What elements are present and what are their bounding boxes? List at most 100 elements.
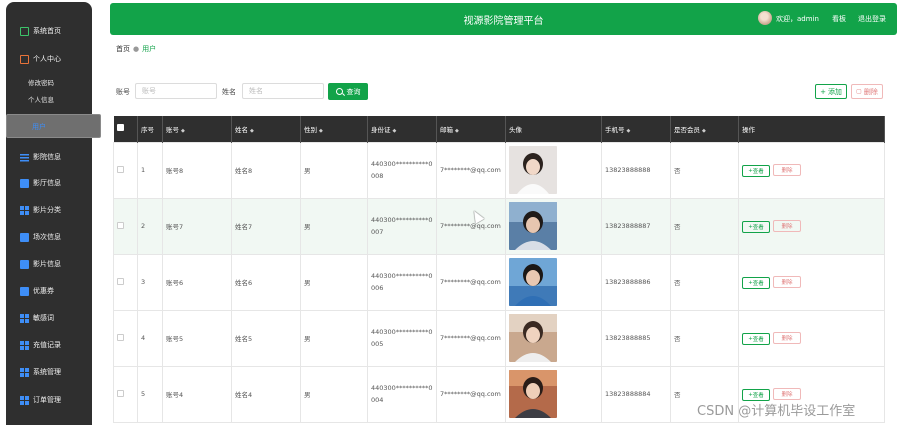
sidebar-item-personal-center[interactable]: 个人中心: [6, 48, 92, 70]
sort-icon[interactable]: ◆: [627, 128, 631, 134]
sort-icon[interactable]: ◆: [702, 128, 706, 134]
doc-icon: [20, 232, 29, 242]
operations-cell: + 查看 删除: [738, 309, 885, 367]
member-cell: 否: [670, 309, 739, 367]
search-button[interactable]: 查询: [328, 83, 368, 100]
user-photo[interactable]: [509, 258, 557, 306]
gender-cell: 男: [300, 197, 368, 255]
breadcrumb-current: 用户: [142, 45, 157, 53]
doc-icon: [20, 259, 29, 269]
member-cell: 否: [670, 197, 739, 255]
trash-icon: ▢: [856, 88, 862, 95]
add-button-label: 添加: [827, 87, 842, 96]
sidebar-item-coupon[interactable]: 优惠券: [6, 280, 92, 302]
table-row: 2 账号7 姓名7 男 440300**********0007 7******…: [113, 197, 885, 255]
board-link[interactable]: 看板: [832, 14, 846, 24]
sidebar-item-label: 订单管理: [33, 396, 61, 404]
breadcrumb-home[interactable]: 首页: [116, 45, 130, 53]
row-checkbox[interactable]: [117, 389, 124, 397]
sidebar-item-label: 场次信息: [33, 233, 61, 241]
sidebar-item-label: 影片信息: [33, 260, 61, 268]
users-table: 序号 账号 ◆ 姓名 ◆ 性别 ◆ 身份证 ◆ 邮箱 ◆ 头像 手机号 ◆ 是否会员 ◆ 操作…: [113, 116, 885, 423]
row-select-cell[interactable]: [113, 253, 138, 311]
id-card-cell: 440300**********0006: [367, 253, 437, 311]
doc-icon: [20, 286, 29, 296]
row-checkbox[interactable]: [117, 165, 124, 173]
sidebar-item-cinema-info[interactable]: 影院信息: [6, 146, 92, 168]
sort-icon[interactable]: ◆: [455, 128, 459, 134]
user-photo[interactable]: [509, 202, 557, 250]
sort-icon[interactable]: ◆: [393, 128, 397, 134]
account-label: 账号: [116, 88, 130, 96]
column-header: 头像: [505, 116, 602, 142]
row-select-cell[interactable]: [113, 309, 138, 367]
sidebar-item-session-info[interactable]: 场次信息: [6, 226, 92, 248]
column-header[interactable]: 手机号 ◆: [601, 116, 671, 142]
column-header[interactable]: 性别 ◆: [300, 116, 368, 142]
row-delete-button[interactable]: 删除: [773, 275, 801, 288]
name-input[interactable]: 姓名: [242, 83, 324, 99]
sidebar-item-label: 影厅信息: [33, 179, 61, 187]
user-photo[interactable]: [509, 314, 557, 362]
row-delete-button[interactable]: 删除: [773, 331, 801, 344]
table-row: 1 账号8 姓名8 男 440300**********0008 7******…: [113, 141, 885, 199]
view-button[interactable]: + 查看: [742, 220, 770, 233]
sidebar-item-label: 系统首页: [33, 27, 61, 35]
sidebar-item-label: 影片分类: [33, 206, 61, 214]
phone-cell: 13823888884: [601, 365, 671, 423]
sort-icon[interactable]: ◆: [319, 128, 323, 134]
view-button[interactable]: + 查看: [742, 332, 770, 345]
search-button-label: 查询: [346, 87, 361, 96]
sidebar-item-film-category[interactable]: 影片分类: [6, 199, 92, 221]
photo-cell: [505, 141, 602, 199]
select-all-checkbox[interactable]: [116, 124, 124, 132]
sidebar-subitem-change-password[interactable]: 修改密码: [28, 77, 54, 87]
account-input[interactable]: 账号: [135, 83, 217, 99]
row-number: 5: [137, 365, 163, 423]
user-photo[interactable]: [509, 146, 557, 194]
sidebar-item-label: 敏感词: [33, 314, 54, 322]
user-photo[interactable]: [509, 370, 557, 418]
column-header[interactable]: 姓名 ◆: [231, 116, 301, 142]
sidebar-item-sensitive-words[interactable]: 敏感词: [6, 307, 92, 329]
row-checkbox[interactable]: [117, 333, 124, 341]
row-select-cell[interactable]: [113, 365, 138, 423]
row-select-cell[interactable]: [113, 141, 138, 199]
row-delete-button[interactable]: 删除: [773, 219, 801, 232]
row-number: 4: [137, 309, 163, 367]
row-delete-button[interactable]: 删除: [773, 387, 801, 400]
row-number: 1: [137, 141, 163, 199]
phone-cell: 13823888887: [601, 197, 671, 255]
view-button[interactable]: + 查看: [742, 276, 770, 289]
view-button[interactable]: + 查看: [742, 164, 770, 177]
sidebar-item-users[interactable]: 用户: [6, 114, 101, 138]
view-button[interactable]: + 查看: [742, 388, 770, 401]
phone-cell: 13823888885: [601, 309, 671, 367]
column-header[interactable]: 身份证 ◆: [367, 116, 437, 142]
sidebar-item-recharge-records[interactable]: 充值记录: [6, 334, 92, 356]
sort-icon[interactable]: ◆: [181, 128, 185, 134]
name-cell: 姓名4: [231, 365, 301, 423]
table-header-row: 序号 账号 ◆ 姓名 ◆ 性别 ◆ 身份证 ◆ 邮箱 ◆ 头像 手机号 ◆ 是否会员 ◆ 操作: [113, 116, 885, 142]
row-checkbox[interactable]: [117, 221, 124, 229]
sidebar-subitem-personal-info[interactable]: 个人信息: [28, 94, 54, 104]
column-header[interactable]: 账号 ◆: [162, 116, 232, 142]
column-header[interactable]: 是否会员 ◆: [670, 116, 739, 142]
column-header[interactable]: 邮箱 ◆: [436, 116, 506, 142]
row-checkbox[interactable]: [117, 277, 124, 285]
logout-link[interactable]: 退出登录: [858, 14, 886, 24]
sidebar-item-hall-info[interactable]: 影厅信息: [6, 172, 92, 194]
add-button[interactable]: + 添加: [815, 84, 847, 99]
avatar[interactable]: [758, 11, 772, 25]
sidebar-item-home[interactable]: 系统首页: [6, 20, 92, 42]
sort-icon[interactable]: ◆: [250, 128, 254, 134]
row-select-cell[interactable]: [113, 197, 138, 255]
sidebar-item-system-management[interactable]: 系统管理: [6, 361, 92, 383]
sidebar-item-film-info[interactable]: 影片信息: [6, 253, 92, 275]
select-all-cell[interactable]: [113, 116, 138, 142]
row-delete-button[interactable]: 删除: [773, 163, 801, 176]
sidebar-item-order-management[interactable]: 订单管理: [6, 389, 92, 411]
doc-icon: [20, 178, 29, 188]
delete-button[interactable]: ▢ 删除: [851, 84, 883, 99]
grid-icon: [20, 367, 29, 377]
